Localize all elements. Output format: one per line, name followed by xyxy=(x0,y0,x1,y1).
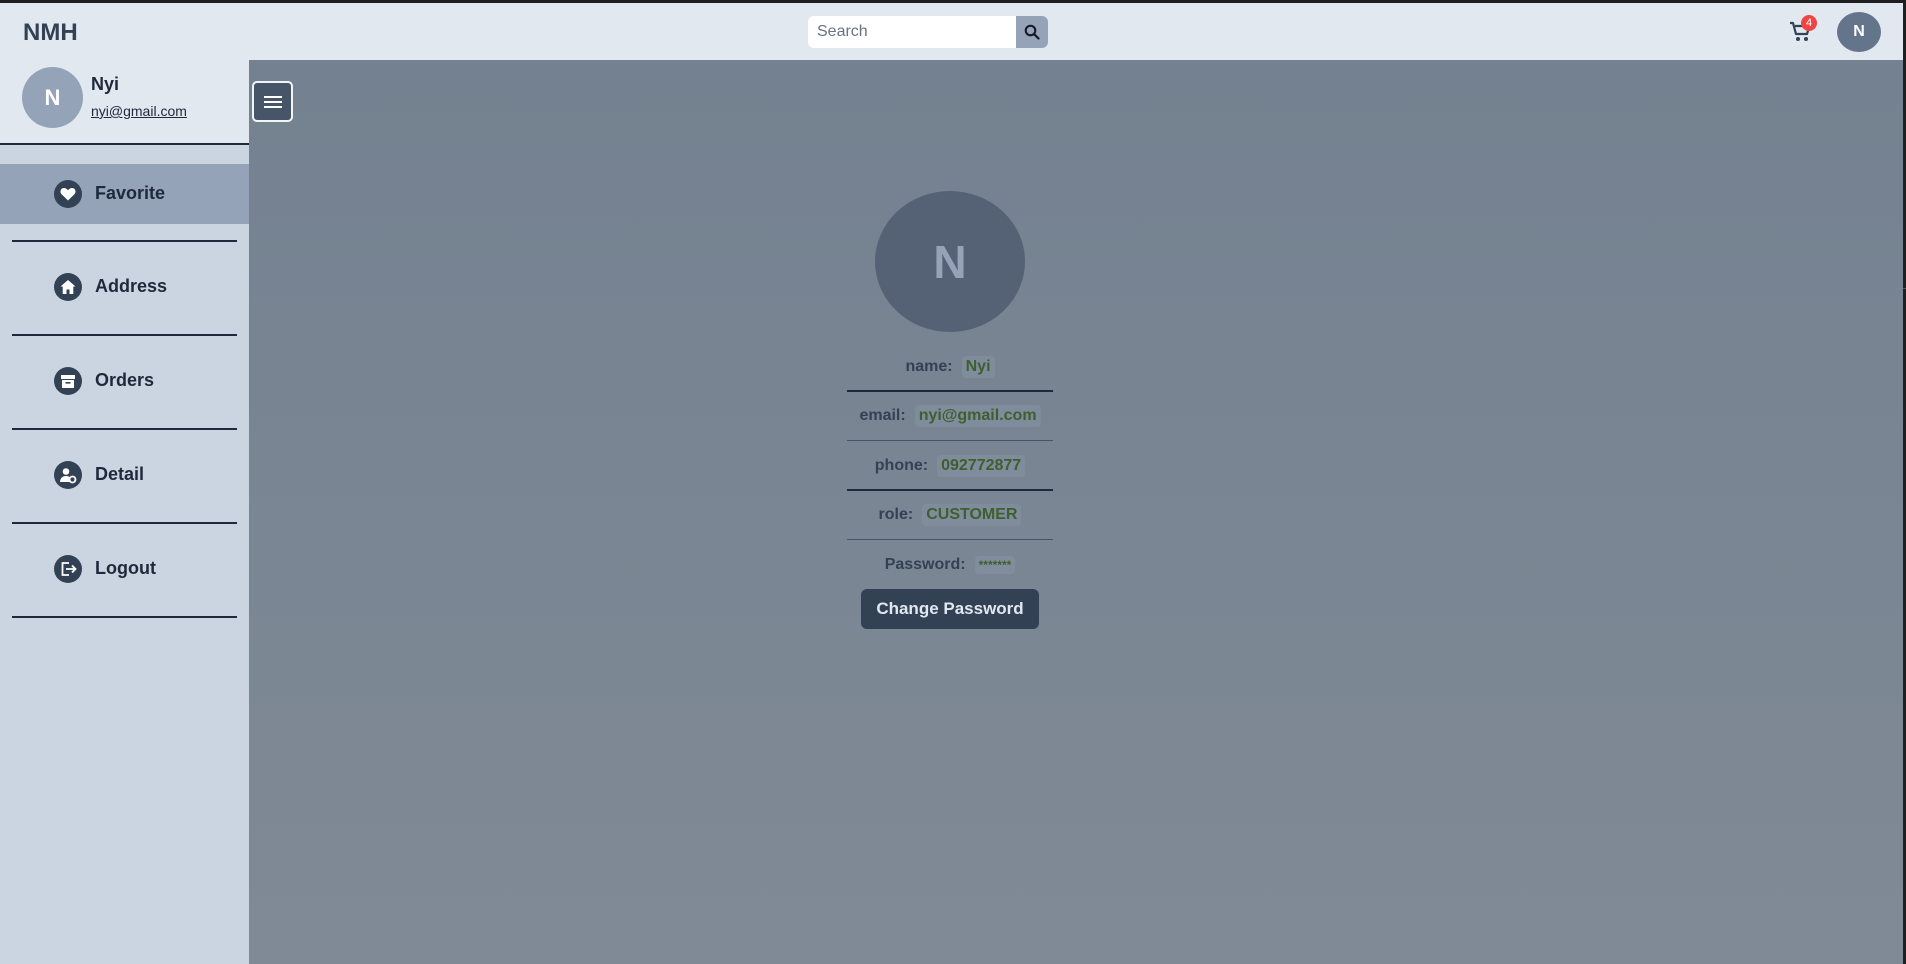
sidebar-item-label: Logout xyxy=(95,558,156,578)
sidebar-item-orders[interactable]: Orders xyxy=(0,351,249,411)
sidebar-user-email[interactable]: nyi@gmail.com xyxy=(91,103,187,119)
sidebar-profile: N Nyi nyi@gmail.com xyxy=(0,60,249,145)
field-label: role: xyxy=(878,506,914,523)
app-window: NMH 4 N N Nyi nyi@gmail.com xyxy=(0,3,1903,964)
field-label: email: xyxy=(859,407,906,424)
menu-toggle-button[interactable] xyxy=(252,81,293,122)
field-value: nyi@gmail.com xyxy=(914,405,1041,427)
divider xyxy=(12,522,237,524)
sidebar-item-label: Address xyxy=(95,276,168,296)
heart-icon xyxy=(54,180,82,208)
divider xyxy=(847,539,1053,540)
logout-icon xyxy=(54,555,82,583)
sidebar-item-label: Detail xyxy=(95,464,145,484)
user-avatar[interactable]: N xyxy=(1837,12,1881,52)
brand-logo[interactable]: NMH xyxy=(23,19,78,47)
sidebar-item-logout[interactable]: Logout xyxy=(0,539,249,599)
profile-phone-row: phone: 092772877 xyxy=(847,442,1053,490)
field-value: ******* xyxy=(974,556,1016,574)
sidebar-item-favorite[interactable]: Favorite xyxy=(0,164,249,224)
sidebar-item-label: Orders xyxy=(95,370,155,390)
field-label: phone: xyxy=(874,457,929,474)
archive-icon xyxy=(54,367,82,395)
sidebar-user-name: Nyi xyxy=(91,74,120,94)
hamburger-icon xyxy=(263,95,282,108)
field-value: 092772877 xyxy=(937,455,1026,477)
profile-avatar: N xyxy=(875,191,1025,332)
profile-name-row: name: Nyi xyxy=(847,343,1053,391)
change-password-button[interactable]: Change Password xyxy=(861,589,1039,629)
top-navbar: NMH 4 N xyxy=(0,3,1903,60)
sidebar: N Nyi nyi@gmail.com Favorite Address Ord… xyxy=(0,60,249,964)
search-bar xyxy=(808,16,1048,48)
sidebar-item-address[interactable]: Address xyxy=(0,257,249,317)
field-value: CUSTOMER xyxy=(922,504,1022,526)
search-icon xyxy=(1024,24,1040,40)
divider xyxy=(847,440,1053,441)
profile-email-row: email: nyi@gmail.com xyxy=(847,392,1053,440)
user-gear-icon xyxy=(54,461,82,489)
sidebar-avatar: N xyxy=(22,67,83,128)
search-input[interactable] xyxy=(808,16,1016,48)
profile-password-row: Password: ******* xyxy=(847,541,1053,589)
profile-role-row: role: CUSTOMER xyxy=(847,491,1053,539)
field-label: name: xyxy=(905,358,953,375)
home-icon xyxy=(54,273,82,301)
field-value: Nyi xyxy=(961,356,995,378)
cart-count-badge: 4 xyxy=(1801,15,1817,31)
divider xyxy=(12,240,237,242)
main-content: N name: Nyi email: nyi@gmail.com phone: … xyxy=(249,60,1903,964)
sidebar-item-label: Favorite xyxy=(95,183,166,203)
divider xyxy=(12,616,237,618)
search-button[interactable] xyxy=(1016,16,1048,48)
field-label: Password: xyxy=(884,556,966,573)
divider xyxy=(12,428,237,430)
sidebar-item-detail[interactable]: Detail xyxy=(0,445,249,505)
divider xyxy=(12,334,237,336)
